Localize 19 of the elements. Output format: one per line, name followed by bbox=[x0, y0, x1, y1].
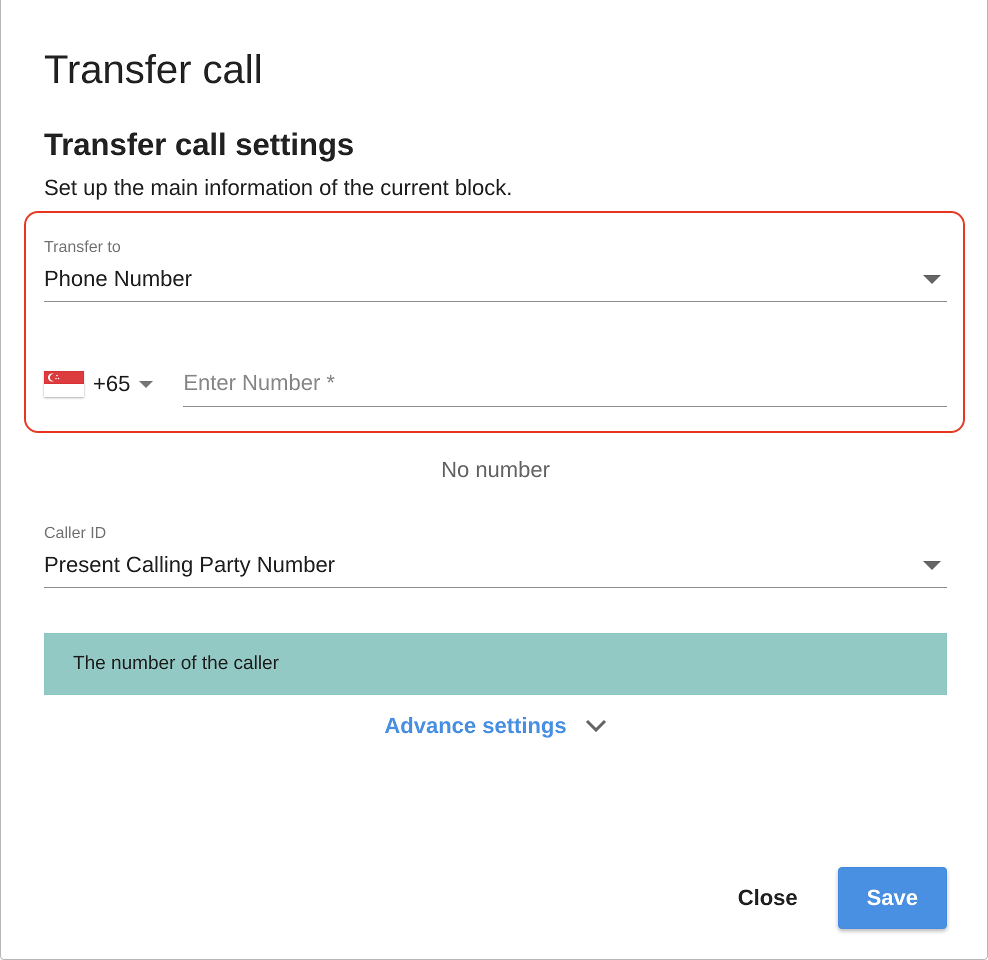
chevron-icon bbox=[584, 719, 607, 733]
info-banner: The number of the caller bbox=[44, 633, 947, 695]
close-button[interactable]: Close bbox=[732, 867, 804, 929]
dropdown-caret-icon bbox=[139, 380, 154, 388]
select-value: Present Calling Party Number bbox=[44, 552, 336, 578]
phone-number-input[interactable]: Enter Number * bbox=[183, 370, 947, 407]
flag-icon bbox=[44, 371, 84, 397]
select-value: Phone Number bbox=[44, 266, 192, 292]
phone-status-text: No number bbox=[441, 457, 550, 483]
caller-id-select[interactable]: Caller ID Present Calling Party Number bbox=[44, 525, 947, 588]
section-description: Set up the main information of the current block. bbox=[44, 175, 512, 201]
transfer-to-select[interactable]: Transfer to Phone Number bbox=[44, 239, 947, 302]
field-label: Caller ID bbox=[44, 525, 106, 543]
section-heading: Transfer call settings bbox=[44, 127, 354, 163]
field-label: Transfer to bbox=[44, 239, 121, 257]
country-code-select[interactable]: +65 bbox=[44, 371, 160, 407]
dropdown-caret-icon bbox=[923, 274, 941, 284]
dialog-title: Transfer call bbox=[44, 48, 263, 93]
dropdown-caret-icon bbox=[923, 560, 941, 570]
